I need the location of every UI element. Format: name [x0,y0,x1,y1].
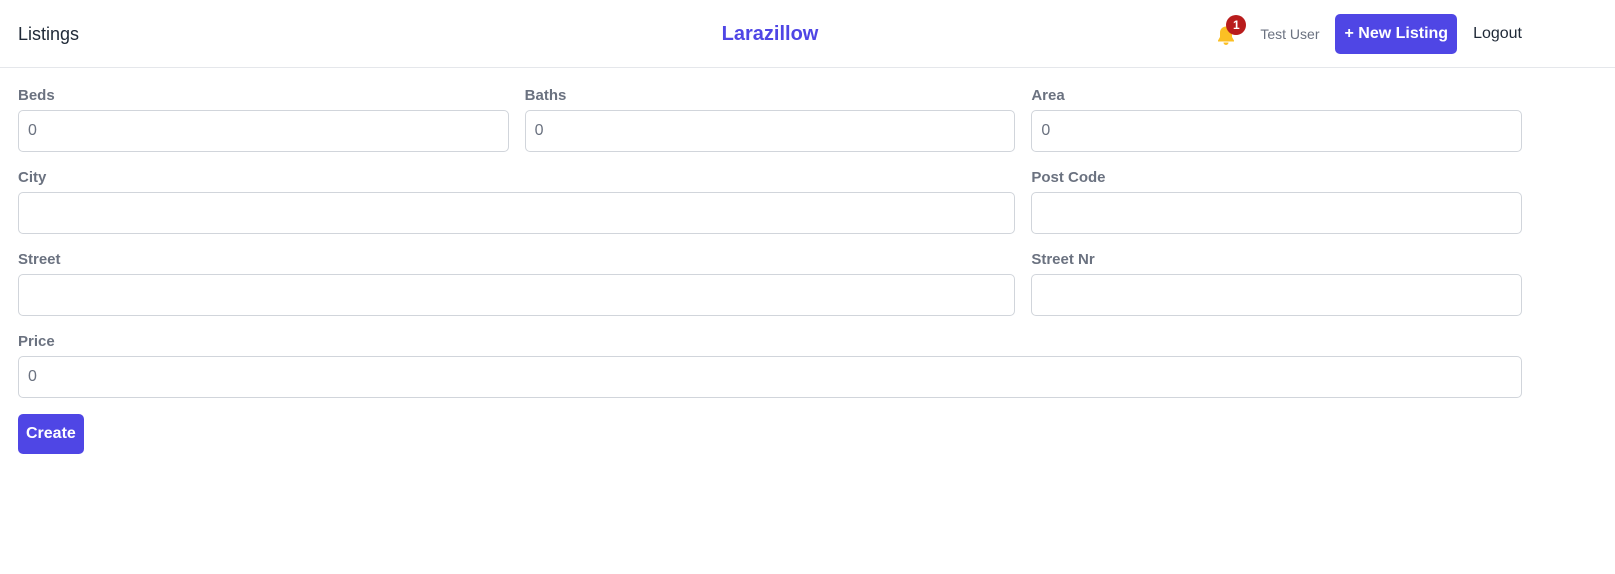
post-code-field: Post Code [1031,168,1522,234]
create-listing-form: Beds Baths Area City Post Code Street St… [18,86,1523,454]
price-field: Price [18,332,1522,398]
new-listing-button[interactable]: + New Listing [1335,14,1458,54]
form-row-price: Price [18,332,1522,398]
navbar-right-group: 1 Test User + New Listing Logout [1214,14,1522,54]
navbar-inner: Listings Larazillow 1 Test User + New Li… [18,0,1522,68]
price-label: Price [18,333,55,350]
street-label: Street [18,251,61,268]
street-field: Street [18,250,1016,316]
price-input[interactable] [18,356,1522,398]
baths-field: Baths [524,86,1016,152]
area-field: Area [1031,86,1523,152]
logout-link[interactable]: Logout [1473,25,1522,43]
form-row-city-postcode: City Post Code [18,168,1522,234]
brand-logo[interactable]: Larazillow [722,23,819,46]
top-navbar: Listings Larazillow 1 Test User + New Li… [0,0,1615,68]
city-field: City [18,168,1016,234]
form-row-street-nr: Street Street Nr [18,250,1522,316]
area-input[interactable] [1031,110,1523,152]
baths-input[interactable] [524,110,1016,152]
post-code-label: Post Code [1031,169,1106,186]
city-label: City [18,169,47,186]
beds-input[interactable] [18,110,509,152]
notifications-button[interactable]: 1 [1214,15,1247,47]
street-input[interactable] [18,274,1016,316]
listings-link[interactable]: Listings [18,24,79,45]
form-row-beds-baths-area: Beds Baths Area [18,86,1523,152]
baths-label: Baths [524,87,567,104]
street-nr-field: Street Nr [1031,250,1522,316]
street-nr-label: Street Nr [1031,251,1095,268]
beds-field: Beds [18,86,509,152]
beds-label: Beds [18,87,55,104]
user-name: Test User [1260,26,1320,42]
city-input[interactable] [18,192,1016,234]
area-label: Area [1031,87,1065,104]
notification-count-badge: 1 [1226,15,1247,35]
street-nr-input[interactable] [1031,274,1522,316]
create-button[interactable]: Create [18,414,84,454]
post-code-input[interactable] [1031,192,1522,234]
